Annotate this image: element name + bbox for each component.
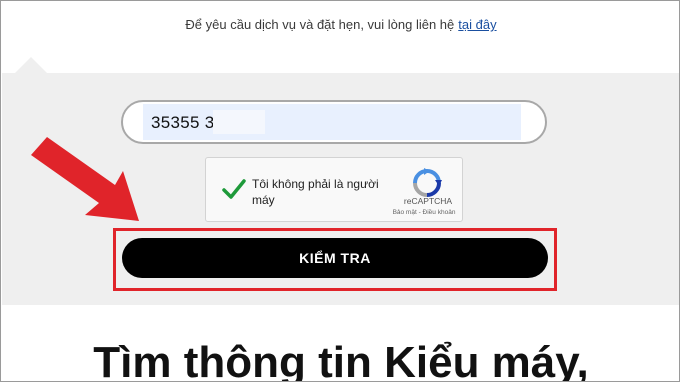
recaptcha-label: Tôi không phải là người máy <box>252 177 379 207</box>
contact-link[interactable]: tại đây <box>458 17 496 32</box>
panel-notch <box>15 57 47 73</box>
recaptcha-logo-icon <box>413 168 442 197</box>
imei-input[interactable]: 35355 3201 <box>121 100 547 144</box>
red-arrow-icon <box>31 137 139 221</box>
imei-redaction <box>213 110 265 134</box>
section-heading: Tìm thông tin Kiểu máy, <box>93 338 589 382</box>
recaptcha-widget: Tôi không phải là người máy reCAPTCHA Bả… <box>205 157 463 222</box>
recaptcha-brand: reCAPTCHA <box>403 196 453 206</box>
service-notice: Để yêu cầu dịch vụ và đặt hẹn, vui lòng … <box>1 17 679 32</box>
check-button[interactable]: KIỂM TRA <box>122 238 548 278</box>
recaptcha-terms-link[interactable]: Bảo mật - Điều khoản <box>384 209 464 216</box>
page: Để yêu cầu dịch vụ và đặt hẹn, vui lòng … <box>0 0 680 382</box>
checkmark-icon[interactable] <box>221 176 247 202</box>
service-notice-text: Để yêu cầu dịch vụ và đặt hẹn, vui lòng … <box>185 17 455 32</box>
